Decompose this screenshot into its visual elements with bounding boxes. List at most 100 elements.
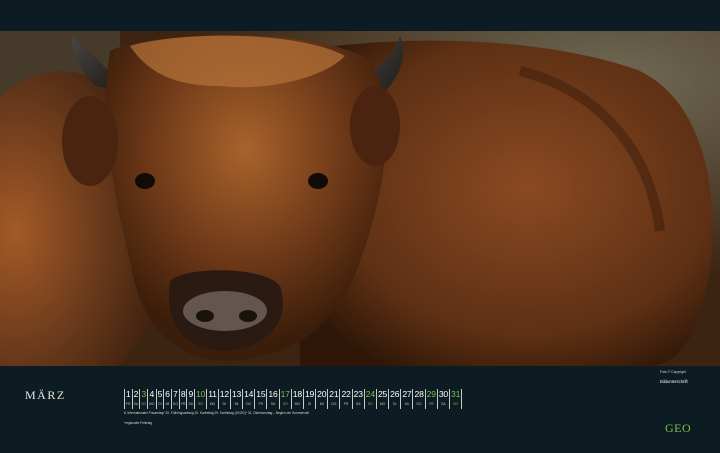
bison-photo xyxy=(0,31,720,366)
day-weekday: MI xyxy=(165,402,170,406)
day-number: 30 xyxy=(438,389,448,399)
day-number: 5 xyxy=(157,389,163,399)
day-number: 29 xyxy=(426,389,436,399)
day-number: 20 xyxy=(317,389,327,399)
day-weekday: FR xyxy=(126,402,131,406)
day-cell: 18 MO xyxy=(290,389,303,409)
day-weekday: MO xyxy=(379,402,386,406)
day-weekday: MI xyxy=(234,402,239,406)
day-number: 12 xyxy=(219,389,229,399)
day-weekday: DO xyxy=(416,402,422,406)
day-number: 10 xyxy=(196,389,206,399)
day-cell: 14 DO xyxy=(242,389,254,409)
day-number: 3 xyxy=(141,389,146,399)
day-cell: 23 SA xyxy=(351,389,364,409)
day-weekday: FR xyxy=(343,402,349,406)
day-number: 22 xyxy=(341,389,351,399)
day-weekday: SA xyxy=(133,402,139,406)
day-cell: 31 SO xyxy=(449,389,463,409)
day-number: 14 xyxy=(244,389,254,399)
day-cell: 2 SA xyxy=(131,389,140,409)
day-weekday: DO xyxy=(331,402,337,406)
day-number: 17 xyxy=(280,389,290,399)
day-cell: 30 SA xyxy=(436,389,449,409)
holiday-list: 8. Internationaler Frauentag* 20. Frühli… xyxy=(124,411,310,415)
day-number: 2 xyxy=(133,389,139,399)
calendar-page: MÄRZ 1 FR 2 SA 3 SO 4 MO 5 DI 6 MI 7 DO 8 FR 9 SA 10 SO 11 MO… xyxy=(0,0,720,453)
day-number: 24 xyxy=(365,389,375,399)
day-cell: 8 FR xyxy=(178,389,187,409)
day-weekday: SO xyxy=(282,402,288,406)
day-number: 4 xyxy=(149,389,155,399)
day-weekday: DI xyxy=(222,402,227,406)
day-cell: 24 SO xyxy=(363,389,376,409)
day-weekday: SA xyxy=(270,402,276,406)
day-cell: 17 SO xyxy=(278,389,291,409)
day-weekday: FR xyxy=(258,402,264,406)
day-weekday: SO xyxy=(453,402,459,406)
day-cell: 16 SA xyxy=(266,389,278,409)
day-number: 15 xyxy=(256,389,266,399)
day-weekday: DI xyxy=(158,402,162,406)
day-cell: 3 SO xyxy=(139,389,147,409)
day-cell: 28 DO xyxy=(412,389,424,409)
footnote: *regionaler Feiertag xyxy=(124,421,152,425)
day-weekday: SA xyxy=(188,402,193,406)
day-weekday: DO xyxy=(246,402,252,406)
day-number: 28 xyxy=(414,389,424,399)
day-weekday: MO xyxy=(209,402,216,406)
day-weekday: MI xyxy=(319,402,324,406)
day-cell: 27 MI xyxy=(400,389,412,409)
day-weekday: MO xyxy=(294,402,301,406)
day-cell: 20 MI xyxy=(315,389,327,409)
day-strip: 1 FR 2 SA 3 SO 4 MO 5 DI 6 MI 7 DO 8 FR 9 SA 10 SO 11 MO 12 DI 1… xyxy=(124,389,463,409)
bison-illustration xyxy=(0,31,720,366)
day-cell: 6 MI xyxy=(163,389,171,409)
day-cell: 10 SO xyxy=(194,389,206,409)
day-number: 26 xyxy=(390,389,400,399)
day-weekday: SA xyxy=(441,402,446,406)
day-cell: 12 DI xyxy=(217,389,230,409)
day-weekday: DI xyxy=(393,402,397,406)
day-number: 21 xyxy=(329,389,339,399)
day-weekday: SO xyxy=(198,402,204,406)
day-number: 8 xyxy=(180,389,186,399)
day-number: 6 xyxy=(165,389,170,399)
day-cell: 9 SA xyxy=(186,389,194,409)
day-cell: 25 MO xyxy=(375,389,388,409)
day-number: 25 xyxy=(377,389,388,399)
day-cell: 26 DI xyxy=(388,389,400,409)
day-cell: 13 MI xyxy=(229,389,242,409)
day-number: 18 xyxy=(292,389,302,399)
day-number: 1 xyxy=(126,389,131,399)
day-number: 31 xyxy=(451,389,461,399)
photo-credit: Foto © Copyright xyxy=(660,370,686,374)
day-weekday: FR xyxy=(428,402,434,406)
day-cell: 5 DI xyxy=(155,389,164,409)
day-number: 27 xyxy=(402,389,412,399)
day-cell: 15 FR xyxy=(254,389,266,409)
day-weekday: SO xyxy=(367,402,373,406)
day-weekday: SO xyxy=(141,402,147,406)
day-number: 13 xyxy=(231,389,242,399)
day-number: 11 xyxy=(208,389,217,399)
top-bar xyxy=(0,0,720,31)
geo-logo: GEO xyxy=(665,421,692,435)
bottom-bar xyxy=(0,366,720,453)
day-cell: 11 MO xyxy=(206,389,218,409)
day-cell: 22 FR xyxy=(339,389,351,409)
day-cell: 4 MO xyxy=(147,389,155,409)
day-weekday: SA xyxy=(355,402,361,406)
day-cell: 21 DO xyxy=(327,389,339,409)
day-number: 19 xyxy=(304,389,315,399)
day-cell: 29 FR xyxy=(424,389,437,409)
day-number: 9 xyxy=(188,389,194,399)
day-number: 23 xyxy=(353,389,363,399)
day-weekday: MI xyxy=(405,402,409,406)
photo-caption: Bildunterschrift xyxy=(660,379,688,384)
day-cell: 1 FR xyxy=(124,389,132,409)
month-title: MÄRZ xyxy=(25,388,66,402)
day-weekday: DI xyxy=(307,402,312,406)
day-number: 7 xyxy=(173,389,178,399)
day-weekday: FR xyxy=(180,402,186,406)
